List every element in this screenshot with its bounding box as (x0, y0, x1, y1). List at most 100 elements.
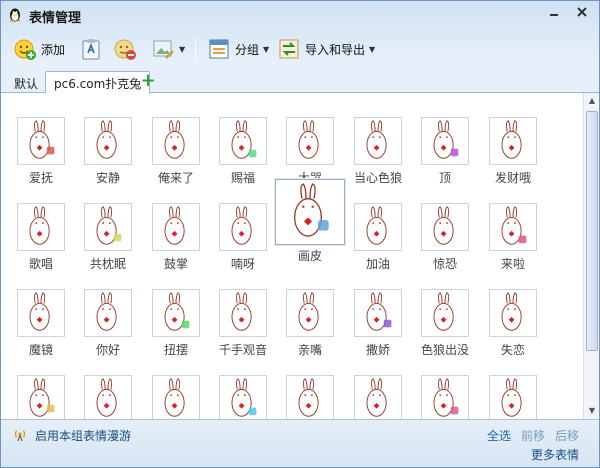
emoticon-label: 你好 (95, 343, 120, 357)
emoticon-thumbnail (421, 289, 469, 337)
move-backward-link[interactable]: 后移 (555, 427, 579, 444)
emoticon-item[interactable]: 画皮 (275, 179, 345, 265)
group-button[interactable]: 分组 ▼ (203, 35, 273, 63)
emoticon-item[interactable]: 俺来了 (143, 105, 209, 191)
more-emoticons-link[interactable]: 更多表情 (531, 446, 579, 463)
emoticon-thumbnail (219, 203, 267, 251)
group-label: 分组 (235, 42, 260, 57)
emoticon-item[interactable]: 你好 (75, 277, 141, 363)
scroll-up-icon[interactable]: ▲ (586, 95, 598, 107)
emoticon-item[interactable]: 爱抚 (8, 105, 74, 191)
rabbit-icon (294, 183, 329, 237)
emoticon-item[interactable]: 顶 (412, 105, 478, 191)
emoticon-item[interactable]: 惊恐 (412, 191, 478, 277)
toolbar: 添加 ▼ 分组 ▼ 导入和导出 ▼ (1, 31, 599, 67)
emoticon-thumbnail (354, 117, 402, 165)
rabbit-icon (366, 120, 387, 159)
emoticon-item[interactable] (8, 363, 74, 419)
emoticon-item[interactable] (345, 363, 411, 419)
rabbit-icon (366, 206, 387, 245)
emoticon-item[interactable]: 千手观音 (210, 277, 276, 363)
emoticon-thumbnail (421, 203, 469, 251)
roaming-signal-icon (14, 430, 26, 442)
emoticon-item[interactable] (210, 363, 276, 419)
emoticon-thumbnail (286, 117, 334, 165)
rabbit-icon (433, 378, 459, 417)
tab-default[interactable]: 默认 (5, 71, 47, 93)
emoticon-thumbnail (17, 289, 65, 337)
emoticon-item[interactable]: 安静 (75, 105, 141, 191)
emoticon-label: 歌唱 (28, 257, 53, 271)
emoticon-thumbnail (275, 179, 345, 245)
emoticon-item[interactable]: 色狼出没 (412, 277, 478, 363)
emoticon-thumbnail (219, 289, 267, 337)
shortcut-button[interactable] (75, 35, 107, 63)
add-button[interactable]: 添加 (9, 35, 69, 63)
emoticon-item[interactable]: 喃呀 (210, 191, 276, 277)
scroll-down-icon[interactable]: ▼ (586, 405, 598, 417)
emoticon-thumbnail (219, 375, 267, 419)
rabbit-icon (433, 206, 454, 245)
emoticon-item[interactable]: 来啦 (480, 191, 546, 277)
rabbit-icon (366, 378, 387, 417)
tab-poker-rabbit[interactable]: pc6.com扑克兔 (45, 71, 151, 94)
emoticon-thumbnail (17, 203, 65, 251)
emoticon-thumbnail (286, 375, 334, 419)
emoticon-thumbnail (152, 117, 200, 165)
vertical-scrollbar[interactable]: ▲ ▼ (583, 93, 599, 419)
group-caret-icon: ▼ (263, 44, 270, 54)
rabbit-icon (231, 206, 252, 245)
emoticon-item[interactable]: 歌唱 (8, 191, 74, 277)
edit-button[interactable]: ▼ (147, 35, 189, 63)
edit-caret-icon: ▼ (179, 44, 186, 54)
rabbit-icon (298, 378, 319, 417)
emoticon-thumbnail (489, 203, 537, 251)
emoticon-item[interactable] (277, 363, 343, 419)
emoticon-item[interactable]: 撒娇 (345, 277, 411, 363)
import-export-button[interactable]: 导入和导出 ▼ (273, 35, 379, 63)
tab-default-label: 默认 (14, 77, 39, 91)
group-window-icon (209, 39, 229, 59)
rabbit-icon (501, 120, 522, 159)
enable-roaming-link[interactable]: 启用本组表情漫游 (35, 427, 131, 444)
emoticon-thumbnail (17, 117, 65, 165)
emoticon-thumbnail (421, 117, 469, 165)
move-forward-link[interactable]: 前移 (521, 427, 545, 444)
emoticon-item[interactable]: 当心色狼 (345, 105, 411, 191)
rabbit-icon (96, 378, 117, 417)
rabbit-icon (298, 292, 319, 331)
emoticon-label: 共枕眠 (89, 257, 126, 271)
scroll-thumb[interactable] (586, 111, 598, 351)
delete-button[interactable] (109, 35, 141, 63)
emoticon-item[interactable]: 魔镜 (8, 277, 74, 363)
emoticon-item[interactable]: 发财哦 (480, 105, 546, 191)
emoticon-thumbnail (84, 375, 132, 419)
rabbit-icon (231, 120, 257, 159)
emoticon-label: 当心色狼 (353, 171, 402, 185)
select-all-link[interactable]: 全选 (487, 427, 511, 444)
emoticon-item[interactable]: 扭摆 (143, 277, 209, 363)
rabbit-icon (501, 206, 527, 245)
emoticon-item[interactable]: 共枕眠 (75, 191, 141, 277)
add-tab-button[interactable]: + (139, 72, 157, 90)
emoticon-grid: 爱抚 安静 俺来了 赐福 大哭 当心色狼顶发财哦 歌唱 共枕眠 鼓掌 喃呀 画皮 加油 惊恐 来啦 魔镜 你好… (1, 93, 583, 419)
emoticon-item[interactable] (480, 363, 546, 419)
emoticon-item[interactable]: 失恋 (480, 277, 546, 363)
rabbit-icon (231, 378, 257, 417)
emoticon-label: 安静 (95, 171, 120, 185)
close-button[interactable] (569, 3, 595, 21)
emoticon-item[interactable]: 加油 (345, 191, 411, 277)
rabbit-icon (501, 292, 522, 331)
emoticon-label: 加油 (365, 257, 390, 271)
rabbit-icon (231, 292, 252, 331)
minimize-button[interactable] (541, 3, 567, 21)
window-title: 表情管理 (29, 11, 82, 26)
emoticon-item[interactable] (143, 363, 209, 419)
emoticon-item[interactable]: 亲嘴 (277, 277, 343, 363)
emoticon-item[interactable]: 鼓掌 (143, 191, 209, 277)
emoticon-thumbnail (354, 203, 402, 251)
emoticon-item[interactable]: 赐福 (210, 105, 276, 191)
rabbit-icon (29, 120, 55, 159)
emoticon-item[interactable] (75, 363, 141, 419)
emoticon-item[interactable] (412, 363, 478, 419)
